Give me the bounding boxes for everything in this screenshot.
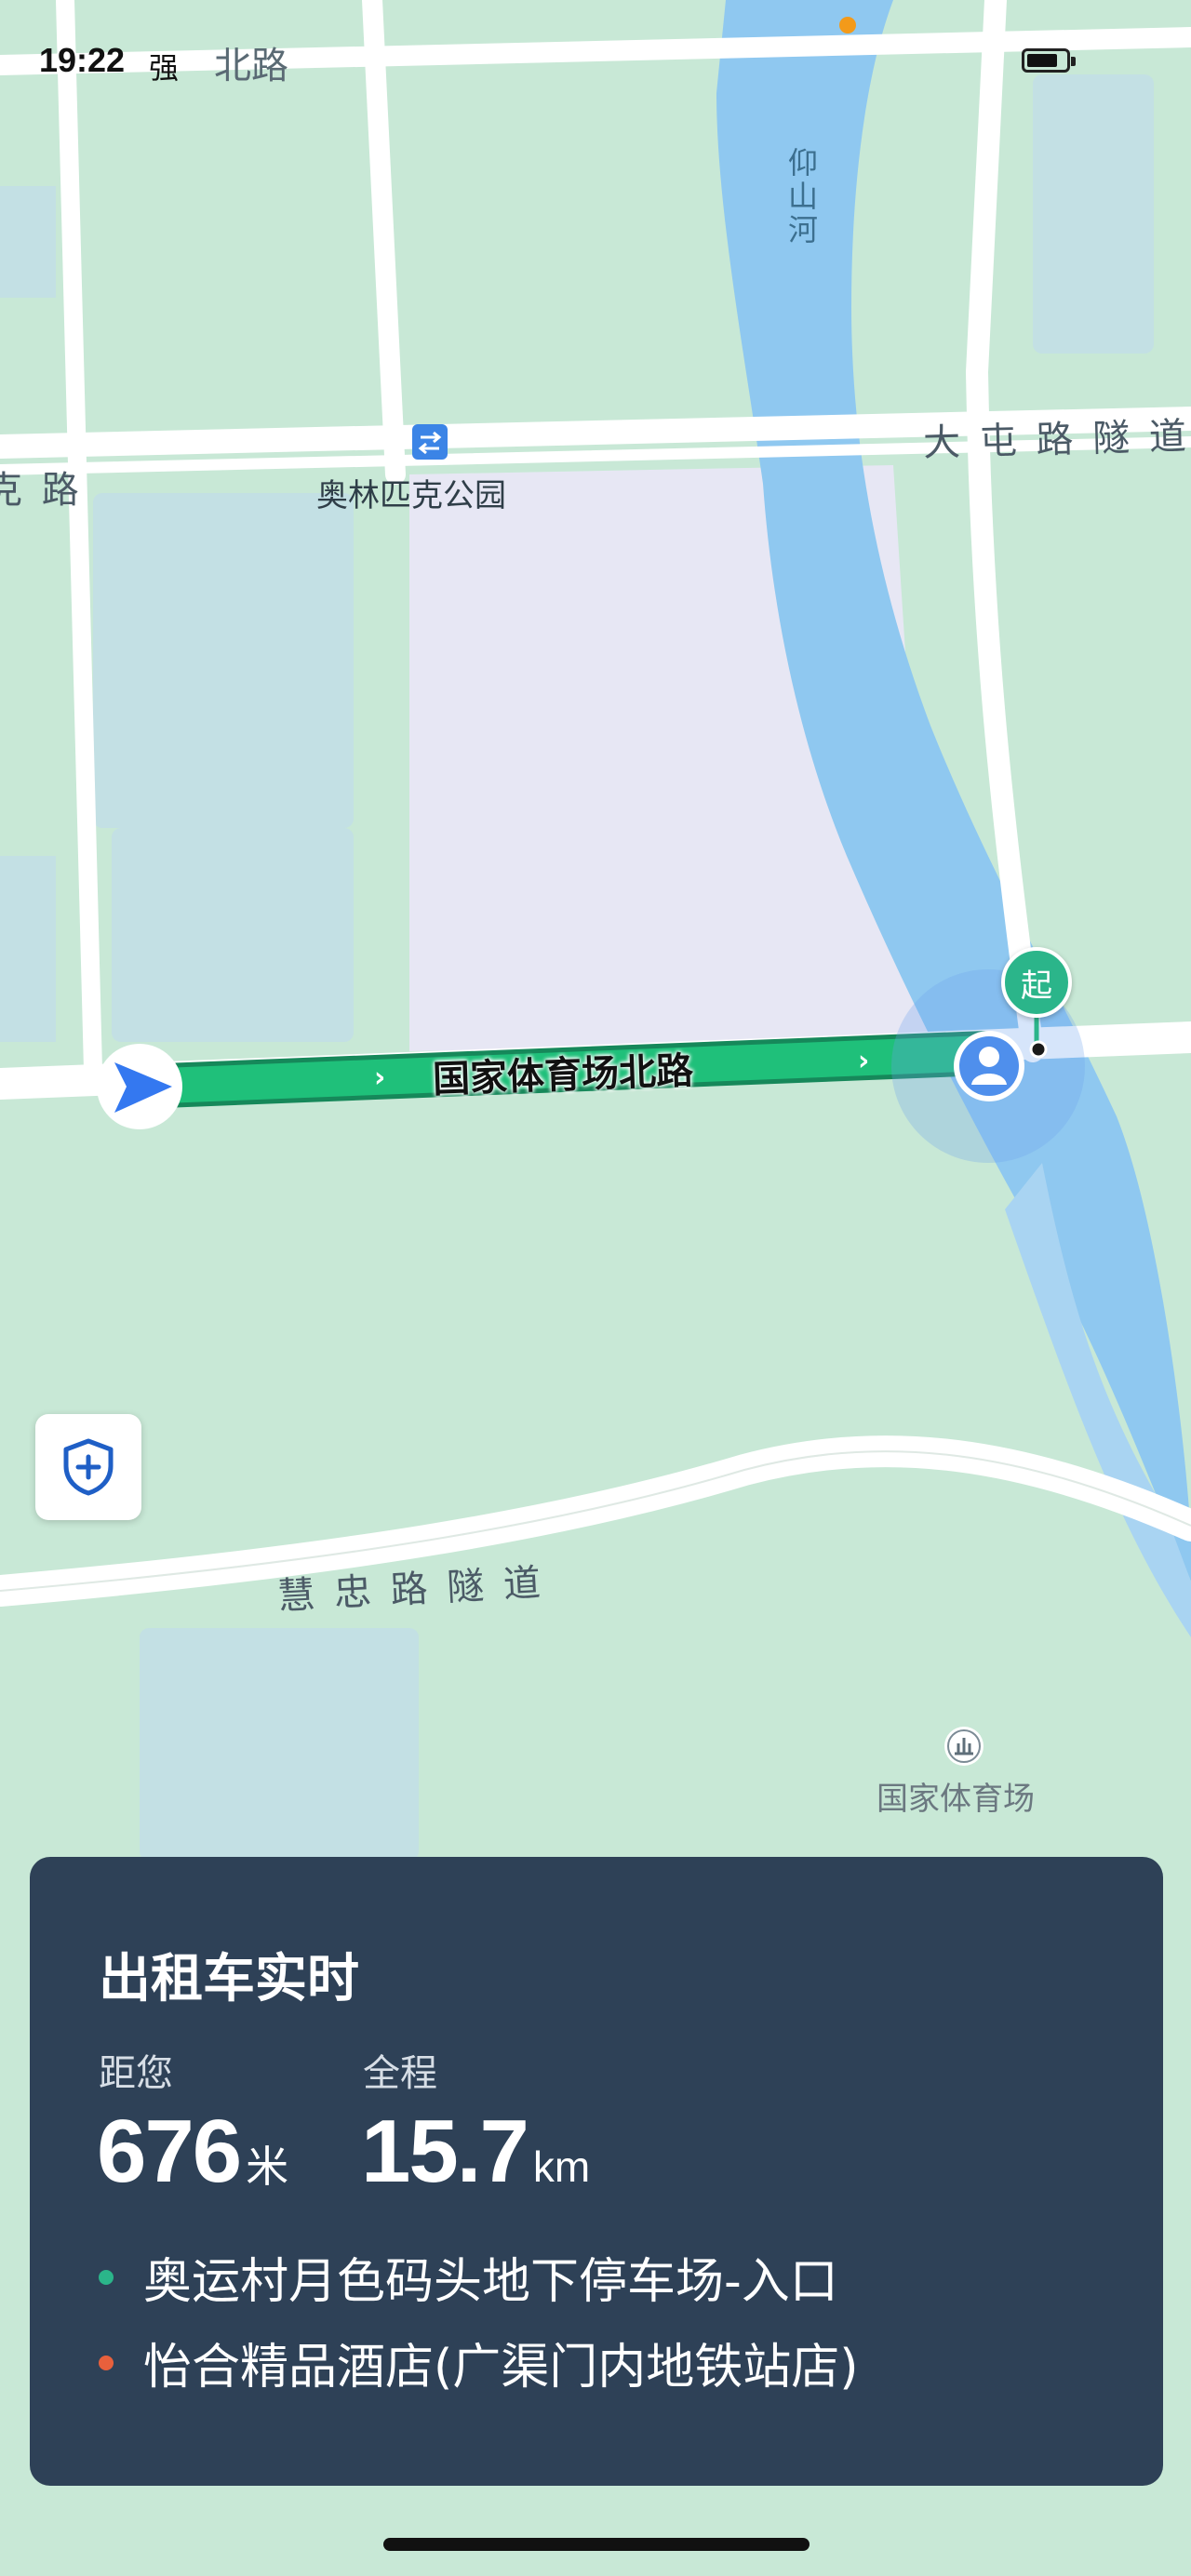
distance-label: 距您 <box>99 2052 173 2095</box>
route-arrow: › <box>374 1061 385 1094</box>
poi-label-national-stadium[interactable]: 国家体育场 <box>877 1773 1035 1819</box>
stadium-icon <box>944 1727 984 1766</box>
origin-dot-icon <box>99 2269 114 2285</box>
total-value: 15.7 <box>361 2102 529 2201</box>
street-label-left-road: 克 路 <box>0 469 83 512</box>
street-label-north-road: 北路 <box>214 45 288 87</box>
panel-title: 出租车实时 <box>99 1949 359 2009</box>
destination-dot-icon <box>99 2355 114 2370</box>
total-unit: km <box>532 2142 591 2191</box>
start-point <box>1029 1040 1048 1059</box>
subway-icon <box>412 424 448 460</box>
shield-plus-icon <box>63 1438 114 1496</box>
status-time: 19:22 <box>39 41 126 79</box>
route-road-label: 国家体育场北路 <box>432 1049 694 1101</box>
start-marker[interactable]: 起 <box>1001 947 1072 1018</box>
origin-row: 奥运村月色码头地下停车场-入口 <box>99 2242 838 2312</box>
distance-value-group: 676 米 <box>97 2101 288 2203</box>
subway-station-label: 奥林匹克公园 <box>316 477 506 514</box>
street-label-datun-tunnel: 大 屯 路 隧 道 <box>922 415 1191 465</box>
route-arrow: › <box>858 1045 869 1077</box>
status-bar: 19:22 强 <box>0 0 1191 112</box>
battery-icon <box>1022 48 1076 73</box>
total-label: 全程 <box>363 2052 437 2095</box>
origin-text: 奥运村月色码头地下停车场-入口 <box>143 2254 838 2310</box>
distance-value: 676 <box>97 2102 242 2201</box>
taxi-realtime-panel[interactable]: 出租车实时 距您 676 米 全程 15.7 km 奥运村月色码头地下停车场-入口 … <box>30 1857 1163 2486</box>
destination-text: 怡合精品酒店(广渠门内地铁站店) <box>143 2340 859 2396</box>
privacy-indicator-dot <box>839 17 856 33</box>
user-location-avatar <box>954 1031 1024 1101</box>
vehicle-icon <box>97 1044 182 1129</box>
notification-app-icon: 强 <box>149 50 180 86</box>
river-label: 仰山河 <box>783 147 819 247</box>
safety-shield-button[interactable] <box>35 1414 141 1520</box>
total-value-group: 15.7 km <box>361 2101 590 2203</box>
distance-unit: 米 <box>246 2142 289 2191</box>
destination-row: 怡合精品酒店(广渠门内地铁站店) <box>99 2328 859 2397</box>
home-indicator[interactable] <box>383 2538 810 2551</box>
